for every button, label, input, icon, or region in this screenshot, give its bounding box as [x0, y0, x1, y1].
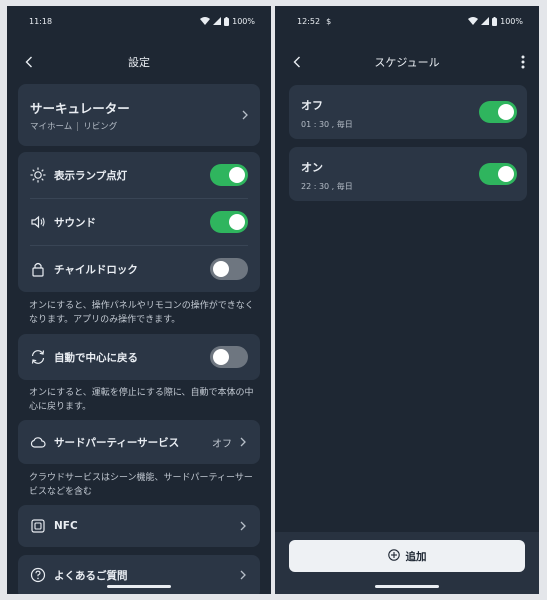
signal-icon	[481, 17, 490, 25]
signal-icon	[213, 17, 222, 25]
device-location: マイホーム リビング	[30, 120, 117, 132]
nfc-card[interactable]: NFC	[18, 505, 260, 547]
toggle-settings-card: 表示ランプ点灯 サウンド チャイルドロック	[18, 152, 260, 292]
setting-row-nfc[interactable]: NFC	[18, 505, 260, 547]
setting-label: サードパーティーサービス	[54, 436, 180, 449]
setting-label: 表示ランプ点灯	[54, 169, 128, 182]
battery-icon	[224, 16, 230, 26]
schedule-name: オフ	[301, 99, 323, 112]
app-bar: 設定	[7, 44, 271, 80]
status-bar: 12:52 $ 100%	[275, 6, 539, 36]
setting-label: 自動で中心に戻る	[54, 351, 138, 364]
child-lock-note: オンにすると、操作パネルやリモコンの操作ができなくなります。アプリのみ操作できま…	[29, 301, 254, 325]
chevron-right-icon	[238, 568, 248, 582]
help-icon	[30, 567, 46, 583]
wifi-icon	[200, 17, 211, 25]
schedule-toggle[interactable]	[479, 101, 517, 123]
chevron-right-icon	[238, 435, 248, 449]
status-extra: $	[326, 16, 332, 26]
status-bar: 11:18 100%	[7, 6, 271, 36]
chevron-right-icon	[240, 108, 250, 122]
home-name: マイホーム	[30, 122, 73, 132]
battery-level: 100%	[500, 16, 523, 26]
settings-screen: 11:18 100% 設定 サーキュレーター マイホーム リビング 表示ランプ点…	[7, 6, 271, 594]
auto-center-card: 自動で中心に戻る	[18, 334, 260, 380]
setting-label: チャイルドロック	[54, 263, 138, 276]
setting-label: NFC	[54, 520, 78, 532]
setting-row-faq[interactable]: よくあるご質問	[18, 555, 260, 594]
schedule-toggle[interactable]	[479, 163, 517, 185]
lock-icon	[30, 261, 46, 277]
add-label: 追加	[405, 550, 427, 563]
app-bar: スケジュール	[275, 44, 539, 80]
third-party-note: クラウドサービスはシーン機能、サードパーティーサービスなどを含む	[29, 473, 253, 497]
device-card[interactable]: サーキュレーター マイホーム リビング	[18, 84, 260, 146]
device-name: サーキュレーター	[30, 101, 130, 116]
sound-toggle[interactable]	[210, 211, 248, 233]
status-time: 11:18	[29, 16, 53, 26]
sync-icon	[30, 349, 46, 365]
setting-row-third-party[interactable]: サードパーティーサービス オフ	[18, 420, 260, 464]
setting-row-auto-center: 自動で中心に戻る	[18, 334, 260, 380]
sun-icon	[30, 167, 46, 183]
plus-circle-icon	[387, 548, 400, 564]
speaker-icon	[30, 214, 46, 230]
wifi-icon	[468, 17, 479, 25]
schedule-detail: 22 : 30 , 毎日	[301, 182, 353, 191]
auto-center-note: オンにすると、運転を停止にする際に、自動で本体の中心に戻ります。	[29, 388, 254, 412]
schedule-item[interactable]: オン 22 : 30 , 毎日	[289, 147, 527, 201]
schedule-screen: 12:52 $ 100% スケジュール オフ 01 : 30 , 毎日 オン 2…	[275, 6, 539, 594]
back-button[interactable]	[19, 52, 39, 72]
schedule-item[interactable]: オフ 01 : 30 , 毎日	[289, 85, 527, 139]
schedule-name: オン	[301, 161, 323, 174]
third-party-value: オフ	[212, 438, 232, 450]
faq-card[interactable]: よくあるご質問	[18, 555, 260, 594]
battery-icon	[492, 16, 498, 26]
cloud-icon	[30, 434, 46, 450]
page-title: スケジュール	[374, 56, 440, 69]
schedule-detail: 01 : 30 , 毎日	[301, 120, 353, 129]
location-divider	[77, 121, 79, 131]
child-lock-toggle[interactable]	[210, 258, 248, 280]
auto-center-toggle[interactable]	[210, 346, 248, 368]
indicator-lamp-toggle[interactable]	[210, 164, 248, 186]
back-button[interactable]	[287, 52, 307, 72]
setting-row-sound: サウンド	[18, 199, 260, 245]
page-title: 設定	[128, 56, 150, 69]
nfc-icon	[30, 518, 46, 534]
room-name: リビング	[83, 122, 118, 132]
setting-row-indicator-lamp: 表示ランプ点灯	[18, 152, 260, 198]
chevron-right-icon	[238, 519, 248, 533]
status-time: 12:52	[297, 16, 321, 26]
setting-row-child-lock: チャイルドロック	[18, 246, 260, 292]
setting-label: よくあるご質問	[54, 569, 128, 582]
add-schedule-button[interactable]: 追加	[289, 540, 525, 572]
battery-level: 100%	[232, 16, 255, 26]
more-options-icon[interactable]	[513, 52, 533, 72]
gesture-bar[interactable]	[375, 585, 439, 588]
gesture-bar[interactable]	[107, 585, 171, 588]
third-party-card[interactable]: サードパーティーサービス オフ	[18, 420, 260, 464]
setting-label: サウンド	[54, 216, 96, 229]
